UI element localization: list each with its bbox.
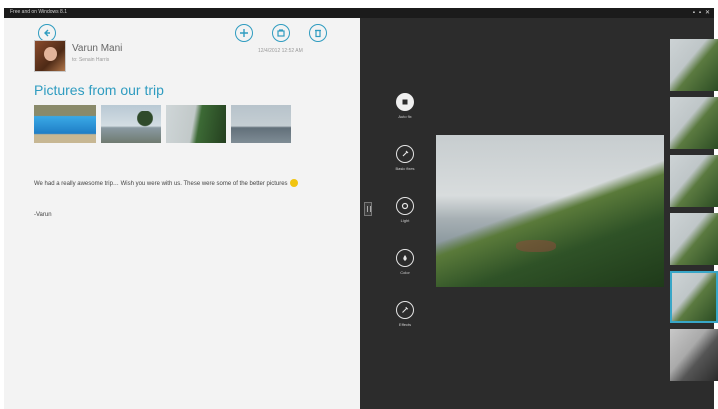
tool-label: Effects [398, 322, 412, 327]
tool-label: Basic fixes [395, 166, 415, 171]
attachment-photo-coast[interactable] [166, 105, 226, 143]
mail-subject: Pictures from our trip [34, 82, 164, 98]
split-divider-handle[interactable] [364, 202, 372, 216]
filter-thumbnail[interactable] [670, 39, 718, 91]
window-controls: ▪ ▪ ✕ [693, 8, 710, 18]
tool-light[interactable]: Light [392, 197, 418, 223]
tool-auto-fix[interactable]: Auto fix [392, 93, 418, 119]
filter-thumbnail[interactable] [670, 155, 718, 207]
recipient-line: to: Senain Harris [72, 57, 110, 63]
new-mail-button[interactable] [235, 24, 253, 42]
mail-pane [4, 18, 360, 409]
tool-label: Light [400, 218, 410, 223]
tool-effects[interactable]: Effects [392, 301, 418, 327]
close-button[interactable]: ✕ [705, 8, 710, 18]
mail-signature: -Varun [34, 212, 52, 218]
effects-icon [396, 301, 414, 319]
maximize-button[interactable]: ▪ [699, 8, 701, 18]
respond-button[interactable] [272, 24, 290, 42]
minimize-button[interactable]: ▪ [693, 8, 695, 18]
tool-label: Auto fix [398, 114, 412, 119]
filter-thumbnail-selected[interactable] [670, 271, 718, 323]
attachment-photo-beach[interactable] [101, 105, 161, 143]
plus-icon [240, 29, 248, 37]
tool-color[interactable]: Color [392, 249, 418, 275]
color-icon [396, 249, 414, 267]
delete-button[interactable] [309, 24, 327, 42]
auto-fix-icon [396, 93, 414, 111]
sender-avatar [34, 40, 66, 72]
tool-label: Color [400, 270, 410, 275]
tool-basic-fixes[interactable]: Basic fixes [392, 145, 418, 171]
respond-icon [277, 29, 285, 37]
trash-icon [315, 29, 321, 38]
filter-thumbnail-bw[interactable] [670, 329, 718, 381]
mail-body: We had a really awesome trip… Wish you w… [34, 178, 330, 190]
title-bar: Free and on Windows 8.1 ▪ ▪ ✕ [4, 8, 714, 18]
sender-name[interactable]: Varun Mani [72, 43, 122, 54]
attachment-photo-pool[interactable] [34, 105, 96, 143]
basic-fix-icon [396, 145, 414, 163]
smiley-icon [289, 179, 298, 188]
attachment-photo-sea[interactable] [231, 105, 291, 143]
screen: Free and on Windows 8.1 ▪ ▪ ✕ Varun Mani… [0, 0, 718, 409]
back-arrow-icon [44, 29, 50, 37]
photo-preview[interactable] [436, 135, 664, 287]
mail-date: 12/4/2012 12:52 AM [258, 48, 303, 54]
filter-thumbnail[interactable] [670, 213, 718, 265]
light-icon [396, 197, 414, 215]
mail-body-text: We had a really awesome trip… Wish you w… [34, 181, 288, 187]
filter-thumbnail[interactable] [670, 97, 718, 149]
window-title: Free and on Windows 8.1 [10, 9, 67, 15]
